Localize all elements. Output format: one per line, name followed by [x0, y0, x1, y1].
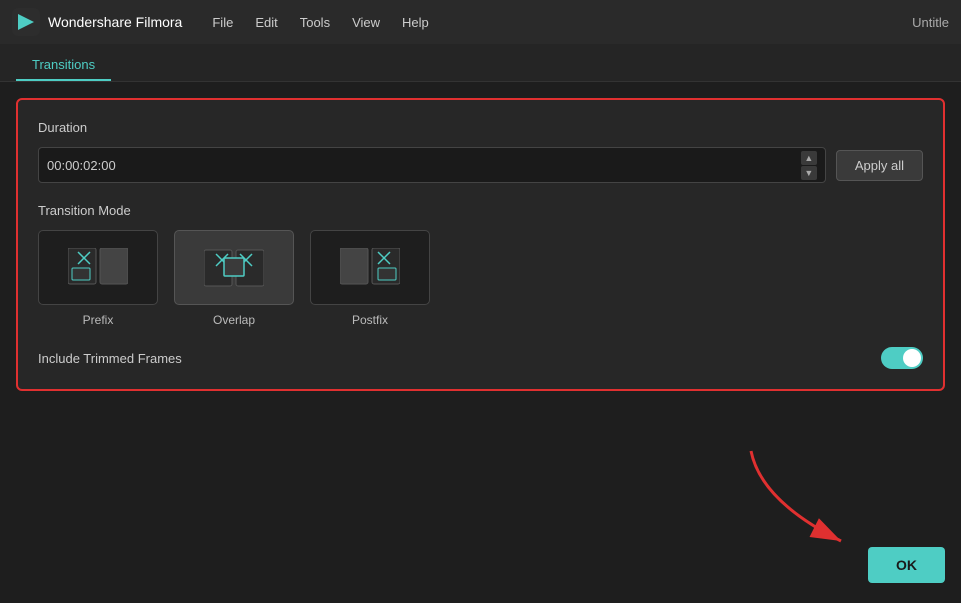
- trimmed-frames-row: Include Trimmed Frames: [38, 347, 923, 369]
- mode-option-postfix[interactable]: Postfix: [310, 230, 430, 327]
- overlap-label: Overlap: [213, 313, 255, 327]
- mode-option-overlap[interactable]: Overlap: [174, 230, 294, 327]
- menu-edit[interactable]: Edit: [255, 15, 277, 30]
- menu-bar: Wondershare Filmora File Edit Tools View…: [0, 0, 961, 44]
- tab-transitions[interactable]: Transitions: [16, 50, 111, 81]
- tabs-bar: Transitions: [0, 44, 961, 82]
- spinner-up-button[interactable]: ▲: [801, 151, 817, 165]
- transition-mode-section: Transition Mode Prefix: [38, 203, 923, 327]
- postfix-icon: [340, 248, 400, 288]
- trimmed-frames-toggle[interactable]: [881, 347, 923, 369]
- apply-all-button[interactable]: Apply all: [836, 150, 923, 181]
- red-arrow: [731, 441, 871, 561]
- prefix-label: Prefix: [83, 313, 114, 327]
- app-logo-icon: [12, 8, 40, 36]
- mode-icon-box-overlap: [174, 230, 294, 305]
- mode-icon-box-postfix: [310, 230, 430, 305]
- mode-options: Prefix Ov: [38, 230, 923, 327]
- prefix-icon: [68, 248, 128, 288]
- window-title: Untitle: [912, 15, 949, 30]
- spinner-down-button[interactable]: ▼: [801, 166, 817, 180]
- duration-label: Duration: [38, 120, 923, 135]
- menu-help[interactable]: Help: [402, 15, 429, 30]
- toggle-knob: [903, 349, 921, 367]
- transition-mode-label: Transition Mode: [38, 203, 923, 218]
- menu-items: File Edit Tools View Help: [212, 15, 428, 30]
- menu-tools[interactable]: Tools: [300, 15, 330, 30]
- spinner-buttons: ▲ ▼: [801, 151, 817, 180]
- app-name: Wondershare Filmora: [48, 14, 182, 30]
- overlap-icon: [204, 248, 264, 288]
- duration-value: 00:00:02:00: [47, 158, 116, 173]
- main-content: Duration 00:00:02:00 ▲ ▼ Apply all Trans…: [0, 82, 961, 407]
- menu-file[interactable]: File: [212, 15, 233, 30]
- mode-icon-box-prefix: [38, 230, 158, 305]
- postfix-label: Postfix: [352, 313, 388, 327]
- menu-view[interactable]: View: [352, 15, 380, 30]
- settings-panel: Duration 00:00:02:00 ▲ ▼ Apply all Trans…: [16, 98, 945, 391]
- trimmed-frames-label: Include Trimmed Frames: [38, 351, 182, 366]
- ok-button[interactable]: OK: [868, 547, 945, 583]
- duration-row: 00:00:02:00 ▲ ▼ Apply all: [38, 147, 923, 183]
- mode-option-prefix[interactable]: Prefix: [38, 230, 158, 327]
- duration-input-wrapper: 00:00:02:00 ▲ ▼: [38, 147, 826, 183]
- app-logo: Wondershare Filmora: [12, 8, 182, 36]
